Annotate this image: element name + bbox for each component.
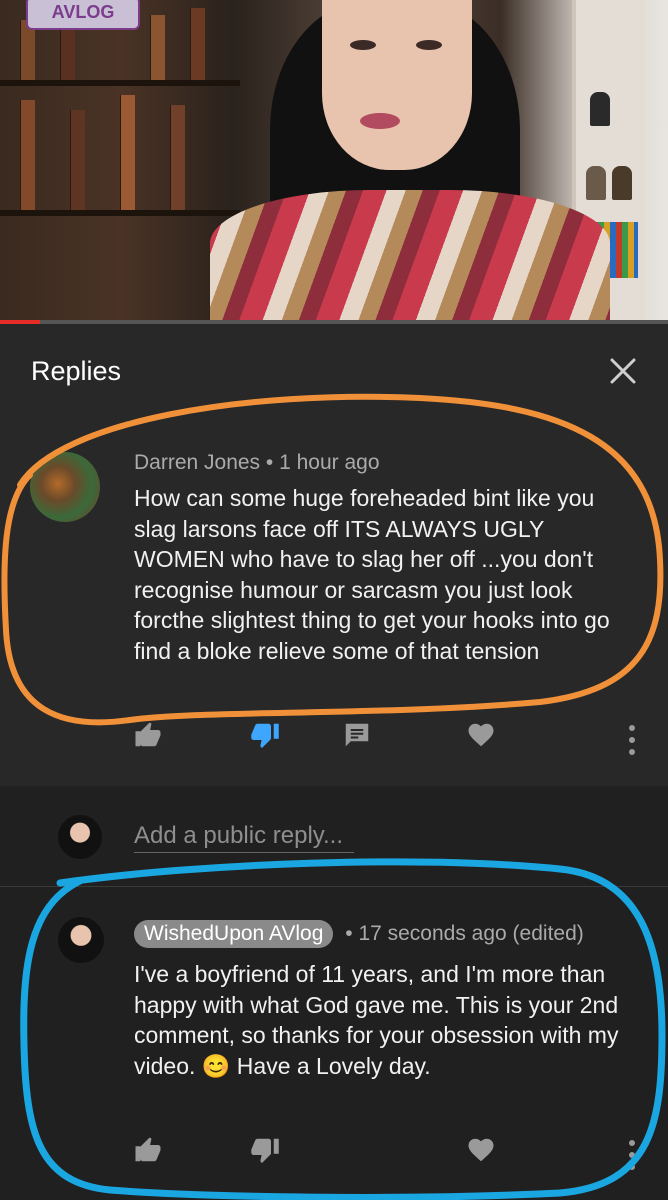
comment-actions	[0, 1135, 668, 1175]
book	[150, 15, 165, 80]
author-name[interactable]: Darren Jones	[134, 451, 260, 474]
more-icon	[629, 1140, 635, 1170]
dislike-icon	[251, 723, 279, 748]
add-reply-row: Add a public reply...	[0, 786, 668, 886]
meta-separator: •	[345, 922, 353, 945]
presenter-eye	[350, 40, 376, 50]
dislike-icon	[251, 1138, 279, 1163]
figure	[590, 92, 610, 126]
like-icon	[135, 1137, 161, 1162]
more-button[interactable]	[622, 1135, 642, 1175]
reply-input[interactable]: Add a public reply...	[134, 822, 343, 850]
bookshelf	[0, 210, 240, 216]
heart-button[interactable]	[466, 1135, 502, 1171]
more-icon	[629, 725, 635, 755]
reply-icon	[345, 723, 369, 747]
heart-icon	[468, 1138, 494, 1162]
comment-meta: WishedUpon AVlog • 17 seconds ago (edite…	[134, 920, 584, 948]
reply-input-underline	[134, 852, 354, 853]
author-badge[interactable]: WishedUpon AVlog	[134, 920, 334, 948]
parent-comment: Darren Jones • 1 hour ago How can some h…	[0, 418, 668, 786]
comment-actions	[0, 720, 668, 760]
channel-logo: AVLOG	[26, 0, 140, 30]
user-avatar	[58, 815, 102, 859]
reply-comment: WishedUpon AVlog • 17 seconds ago (edite…	[0, 887, 668, 1200]
heart-button[interactable]	[466, 720, 502, 756]
book	[20, 100, 35, 210]
dislike-button[interactable]	[250, 1135, 286, 1171]
book	[70, 110, 85, 210]
book	[170, 105, 185, 210]
dislike-button[interactable]	[250, 720, 286, 756]
like-button[interactable]	[133, 1135, 169, 1171]
reply-button[interactable]	[342, 720, 378, 756]
close-icon	[610, 358, 636, 384]
comment-text: I've a boyfriend of 11 years, and I'm mo…	[134, 961, 619, 1079]
comment-text: How can some huge foreheaded bint like y…	[134, 485, 610, 664]
author-avatar[interactable]	[58, 917, 104, 963]
presenter-scarf	[210, 190, 610, 324]
replies-header: Replies	[0, 324, 668, 419]
bookshelf	[0, 80, 240, 86]
figure	[586, 166, 606, 200]
close-button[interactable]	[604, 352, 642, 390]
avatar[interactable]	[30, 452, 100, 522]
figure	[612, 166, 632, 200]
replies-title: Replies	[31, 356, 122, 386]
heart-icon	[468, 723, 494, 747]
comment-meta: Darren Jones • 1 hour ago	[134, 451, 380, 475]
comment-time: 1 hour ago	[279, 451, 380, 474]
meta-separator: •	[265, 451, 274, 474]
presenter-eye	[416, 40, 442, 50]
presenter-lips	[360, 113, 400, 129]
comment-time: 17 seconds ago (edited)	[358, 922, 584, 945]
like-icon	[135, 722, 161, 747]
book	[190, 8, 205, 80]
more-button[interactable]	[622, 720, 642, 760]
presenter-face	[322, 0, 472, 170]
book	[120, 95, 135, 210]
like-button[interactable]	[133, 720, 169, 756]
video-player[interactable]: AVLOG	[0, 0, 668, 324]
